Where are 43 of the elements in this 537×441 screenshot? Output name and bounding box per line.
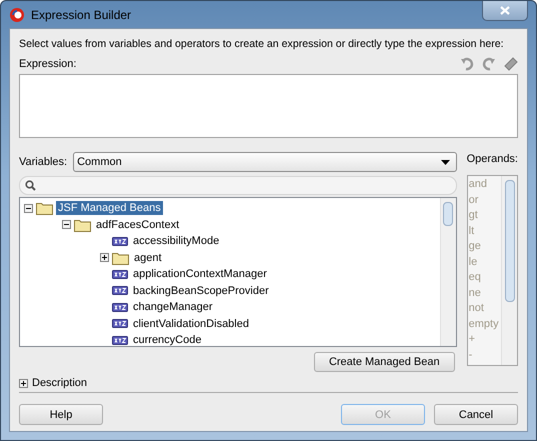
tree-item[interactable]: adfFacesContext — [94, 218, 182, 232]
tree-item[interactable]: applicationContextManager — [131, 267, 269, 282]
description-label[interactable]: Description — [32, 376, 88, 390]
dialog-button[interactable]: Help — [19, 404, 103, 425]
expand-toggle[interactable] — [19, 378, 28, 388]
tree-item[interactable]: changeManager — [131, 300, 215, 314]
instruction-text: Select values from variables and operators to create an expression or directly type the expression here: — [19, 37, 504, 51]
expression-label: Expression: — [19, 57, 76, 71]
folder-icon — [36, 201, 53, 216]
variables-label: Variables: — [19, 155, 68, 169]
search-field[interactable] — [19, 176, 457, 195]
search-icon — [25, 180, 36, 191]
tree-item[interactable]: clientValidationDisabled — [131, 316, 251, 331]
close-icon — [500, 6, 510, 14]
eraser-icon[interactable] — [504, 57, 518, 71]
property-icon — [112, 236, 128, 246]
tree-item[interactable]: currencyCode — [131, 333, 204, 346]
expression-field[interactable] — [19, 74, 518, 138]
app-logo-icon — [9, 6, 25, 22]
tree-item[interactable]: accessibilityMode — [131, 234, 222, 248]
undo-icon[interactable] — [460, 57, 474, 71]
property-icon — [112, 319, 128, 328]
variables-dropdown[interactable]: Common — [73, 152, 457, 172]
folder-icon — [74, 218, 91, 232]
operands-label: Operands: — [466, 152, 518, 166]
collapse-toggle[interactable] — [62, 220, 71, 230]
dropdown-arrow-icon — [440, 160, 450, 164]
redo-icon[interactable] — [482, 57, 496, 71]
window-title: Expression Builder — [31, 8, 132, 22]
dialog-button[interactable]: Cancel — [434, 404, 518, 425]
property-icon — [112, 302, 128, 312]
scrollbar[interactable] — [501, 176, 517, 365]
expand-toggle[interactable] — [100, 253, 109, 262]
tree-item[interactable]: backingBeanScopeProvider — [131, 284, 271, 298]
create-managed-bean-button[interactable]: Create Managed Bean — [314, 352, 455, 372]
property-icon — [112, 270, 128, 279]
collapse-toggle[interactable] — [24, 204, 33, 213]
tree-item[interactable]: agent — [132, 250, 164, 265]
property-icon — [112, 286, 128, 296]
close-button[interactable] — [482, 0, 528, 20]
tree-item[interactable]: JSF Managed Beans — [56, 201, 163, 216]
scrollbar[interactable] — [440, 198, 456, 346]
folder-icon — [112, 250, 129, 265]
